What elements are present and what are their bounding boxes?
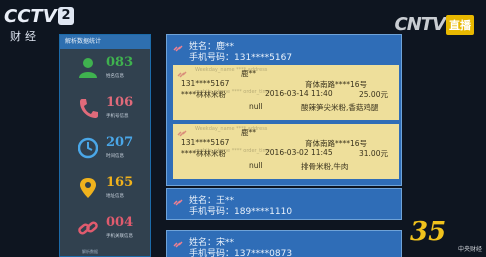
map-pin-icon [80,178,96,198]
stat-label: 手机关联信息 [106,234,133,239]
stat-phone-count[interactable]: 106 手机号信息 [60,91,152,129]
link-icon [177,130,187,137]
person-icon [79,58,97,78]
order-datetime: 2016-03-14 11:40 [265,89,333,98]
order-items: 酸辣笋尖米粉,香菇鸡腿 [301,103,379,112]
live-logo: CNTV 直播 [395,14,474,35]
anniversary-logo: 35 中央财经 [410,217,482,253]
order-field-keys: Weekday_name **** address [195,126,268,132]
link-icon [78,221,98,235]
channel-number: 2 [58,7,74,25]
link-icon [177,71,187,78]
order-customer: 鹿** [241,128,256,137]
stat-time-count[interactable]: 207 时间信息 [60,131,152,169]
phone-icon [80,99,98,118]
stat-label: 时间信息 [106,154,124,159]
link-icon [173,45,183,52]
record-card[interactable]: 姓名：鹿** 手机号码：131****5167 Weekday_name ***… [166,34,402,186]
order-status: null [249,102,263,111]
record-list: 姓名：鹿** 手机号码：131****5167 Weekday_name ***… [166,34,402,257]
order-customer: 鹿** [241,69,256,78]
order-amount: 25.00元 [359,90,388,99]
stats-panel: 解析数据统计 083 姓名信息 106 手机号信息 207 时间信息 165 地… [59,34,151,257]
order-item[interactable]: Weekday_name **** address 鹿** 131****516… [173,65,399,120]
live-badge: 直播 [446,14,474,35]
order-status: null [249,161,263,170]
order-field-keys: Weekday_name **** address [195,67,268,73]
order-phone: 131****5167 [181,138,230,147]
record-phone: 手机号码：189****1110 [189,207,293,217]
order-items: 排骨米粉,牛肉 [301,162,349,171]
stat-label: 姓名信息 [106,74,124,79]
stats-panel-footer: 解析数据 [82,249,98,254]
cntv-logo-text: CNTV [394,14,446,35]
record-card[interactable]: 姓名：宋** 手机号码：137****0873 [166,230,402,257]
record-phone: 手机号码：131****5167 [189,53,293,63]
record-phone: 手机号码：137****0873 [189,249,293,257]
order-phone: 131****5167 [181,79,230,88]
anniversary-number: 35 [410,217,447,247]
stats-panel-title: 解析数据统计 [60,35,150,49]
order-item[interactable]: Weekday_name **** address 鹿** 131****516… [173,124,399,179]
anniversary-slogan: 中央财经 [457,246,482,253]
stat-label: 手机号信息 [106,114,129,119]
order-shop: ****林林米粉 [181,90,226,99]
stat-value: 207 [106,135,134,150]
link-icon [173,241,183,248]
stat-value: 083 [106,55,134,70]
stat-value: 004 [106,215,134,230]
stat-value: 106 [106,95,134,110]
stat-value: 165 [106,175,134,190]
record-card[interactable]: 姓名：王** 手机号码：189****1110 [166,188,402,220]
stat-link-count[interactable]: 004 手机关联信息 [60,211,152,249]
stat-name-count[interactable]: 083 姓名信息 [60,51,152,89]
channel-name: 财经 [10,30,40,43]
link-icon [173,199,183,206]
order-amount: 31.00元 [359,149,388,158]
order-datetime: 2016-03-02 11:45 [265,148,333,157]
stat-label: 地址信息 [106,194,124,199]
clock-icon [78,137,98,159]
stat-address-count[interactable]: 165 地址信息 [60,171,152,209]
order-shop: ****林林米粉 [181,149,226,158]
